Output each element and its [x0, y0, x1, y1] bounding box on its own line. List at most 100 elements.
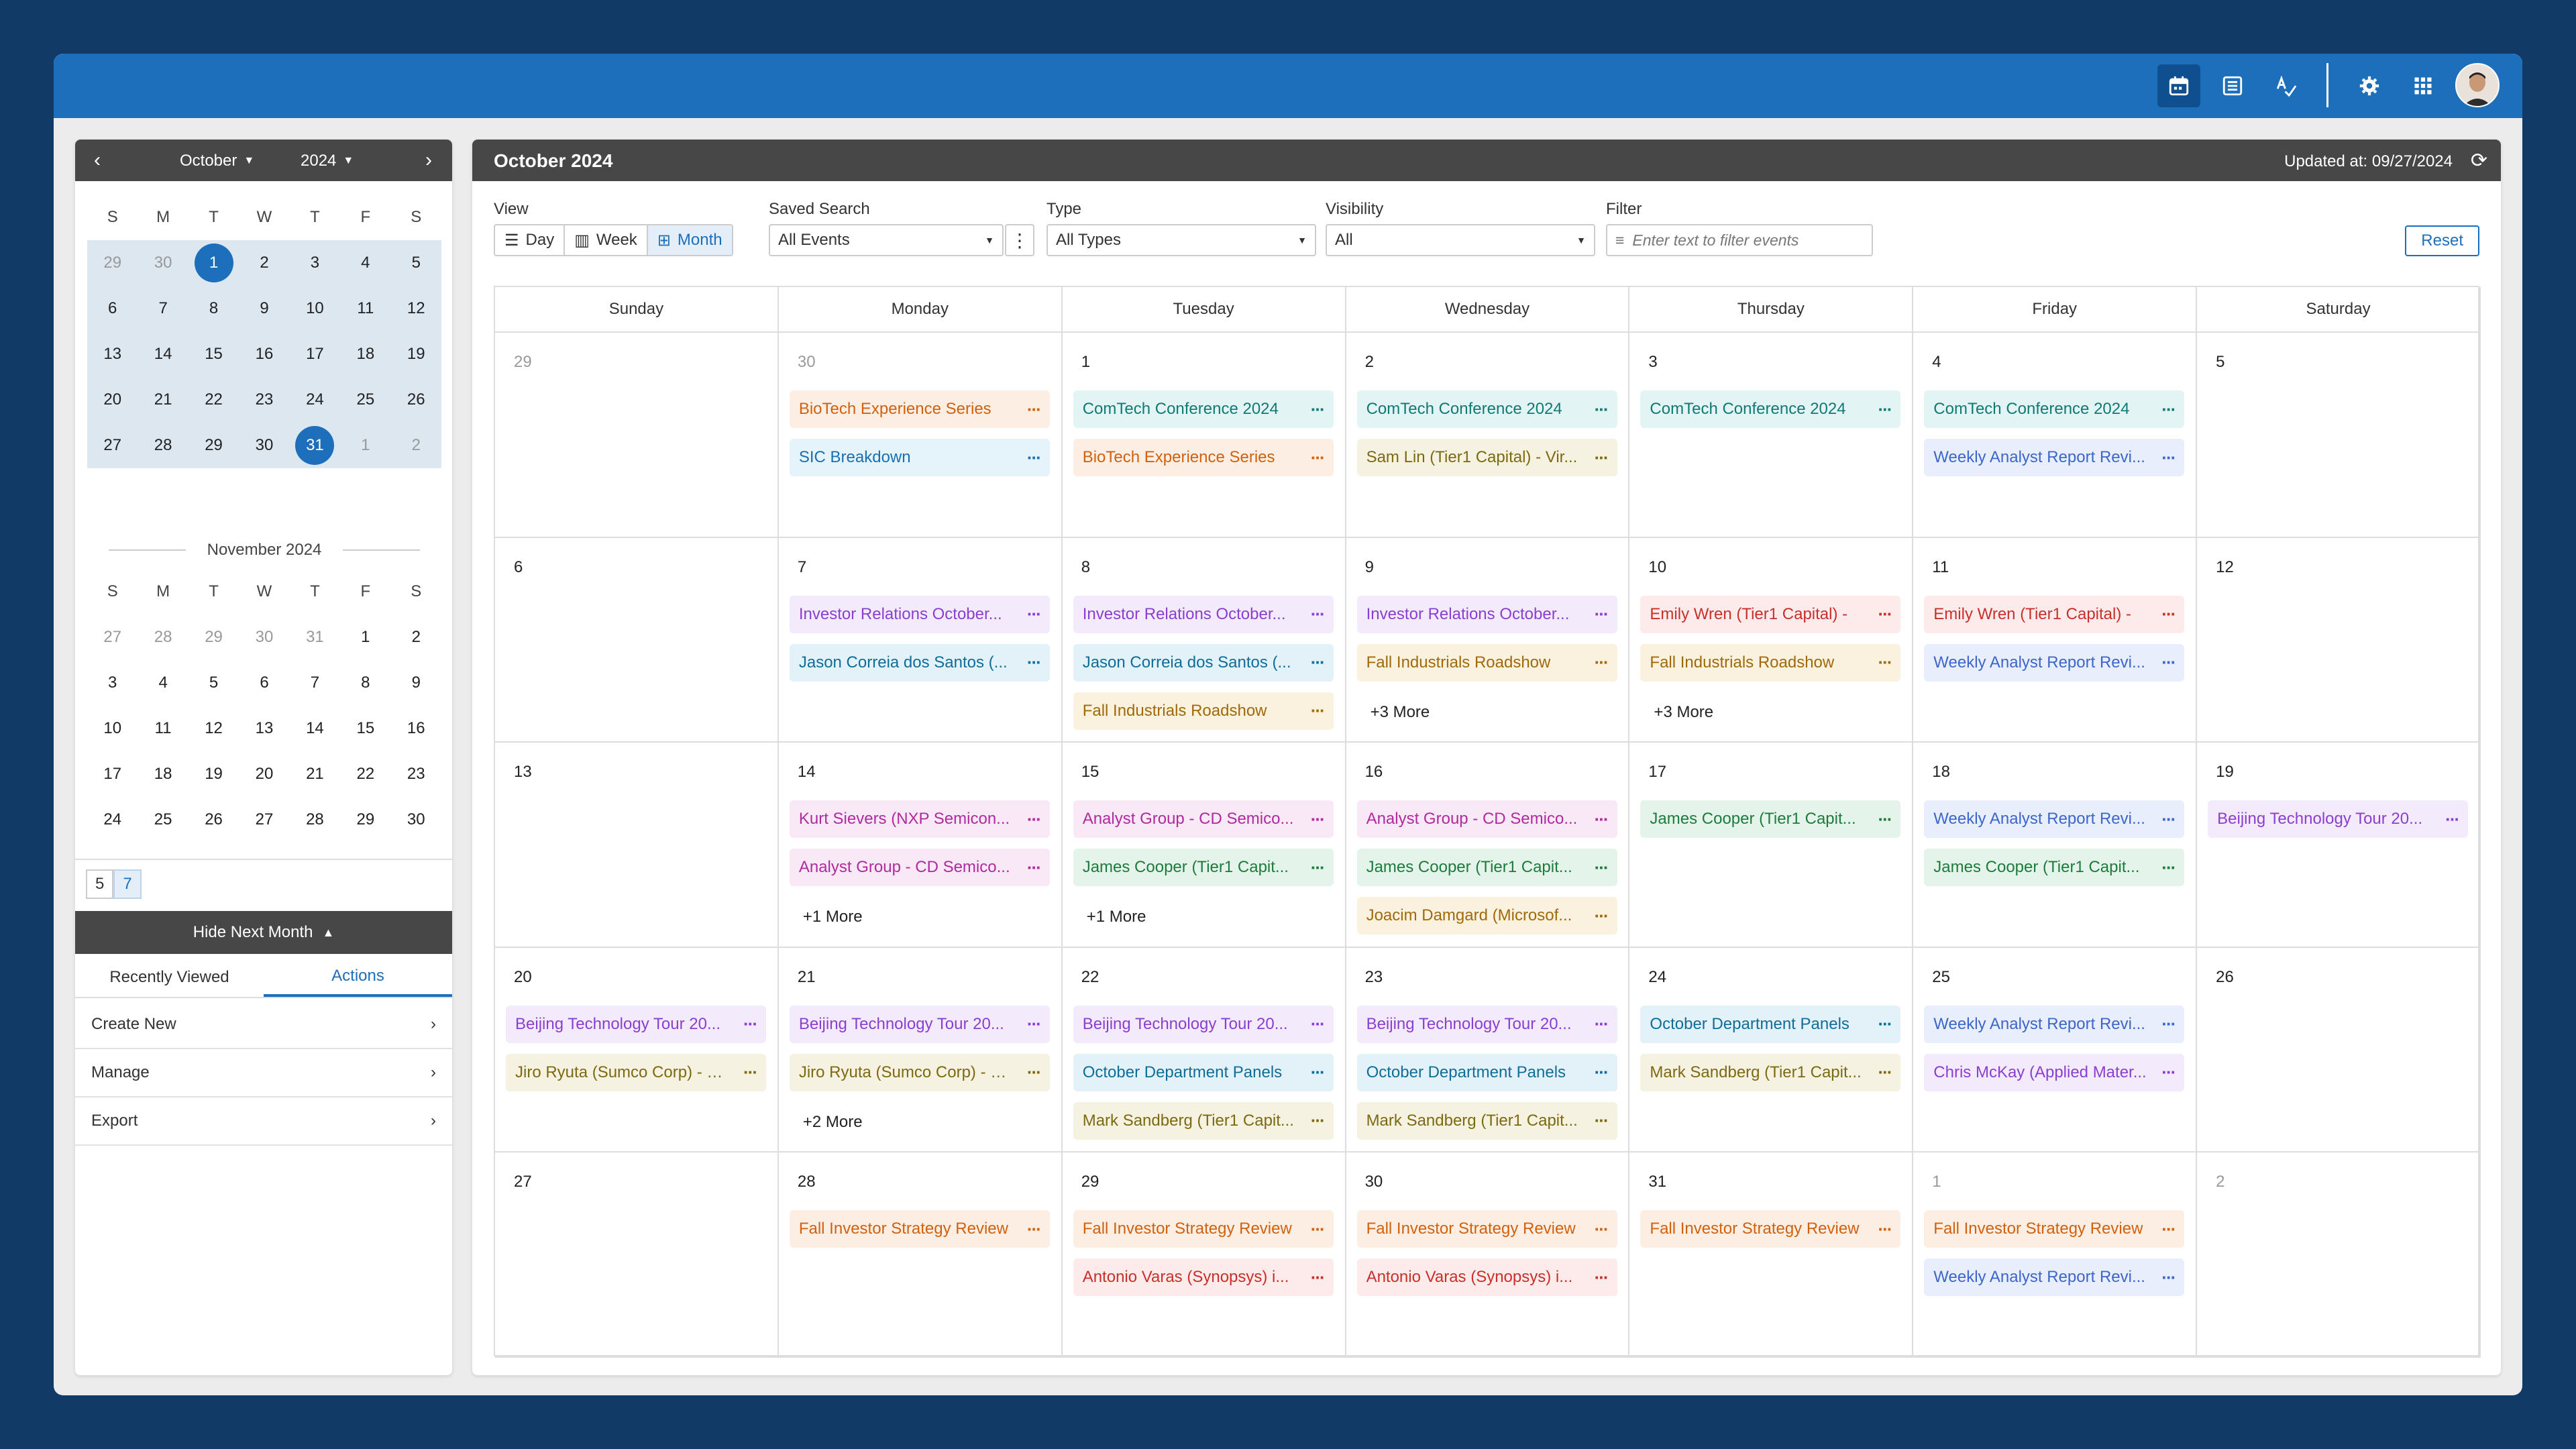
more-options-icon[interactable]: ··· — [2161, 857, 2176, 878]
more-options-icon[interactable]: ··· — [1878, 1062, 1892, 1083]
event-chip[interactable]: Jason Correia dos Santos (... ··· — [1073, 643, 1334, 682]
event-chip[interactable]: James Cooper (Tier1 Capit... ··· — [1924, 849, 2185, 887]
more-options-icon[interactable]: ··· — [743, 1014, 758, 1034]
event-chip[interactable]: Kurt Sievers (NXP Semicon... ··· — [789, 800, 1050, 839]
minical-day[interactable]: 8 — [340, 660, 390, 706]
filter-input[interactable]: ≡ Enter text to filter events — [1606, 224, 1873, 256]
reset-button[interactable]: Reset — [2405, 225, 2479, 256]
day-cell[interactable]: 22 Beijing Technology Tour 20... ··· Octobe… — [1062, 947, 1346, 1153]
minical-day[interactable]: 15 — [188, 331, 239, 377]
minical-day[interactable]: 20 — [239, 751, 289, 797]
more-options-icon[interactable]: ··· — [2161, 809, 2176, 830]
more-options-icon[interactable]: ··· — [1311, 1110, 1326, 1131]
day-cell[interactable]: 15 Analyst Group - CD Semico... ··· James C… — [1062, 743, 1346, 948]
more-options-icon[interactable]: ··· — [1311, 447, 1326, 468]
more-options-icon[interactable]: ··· — [1027, 1219, 1042, 1240]
more-options-icon[interactable]: ··· — [1595, 604, 1609, 625]
more-options-icon[interactable]: ··· — [2161, 1014, 2176, 1034]
minical-day[interactable]: 24 — [289, 377, 341, 423]
action-manage[interactable]: Manage › — [75, 1049, 452, 1097]
day-cell[interactable]: 13 — [495, 743, 779, 948]
event-chip[interactable]: BioTech Experience Series ··· — [1073, 439, 1334, 476]
event-chip[interactable]: Jiro Ryuta (Sumco Corp) - O... ··· — [506, 1053, 766, 1091]
event-chip[interactable]: James Cooper (Tier1 Capit... ··· — [1356, 849, 1617, 887]
event-chip[interactable]: Emily Wren (Tier1 Capital) - ··· — [1924, 595, 2185, 633]
minical-day[interactable]: 1 — [340, 614, 390, 660]
day-cell[interactable]: 19 Beijing Technology Tour 20... ··· — [2197, 743, 2481, 948]
minical-day[interactable]: 29 — [340, 797, 390, 843]
tab-actions[interactable]: Actions — [264, 958, 452, 997]
day-cell[interactable]: 10 Emily Wren (Tier1 Capital) - ··· Fall In… — [1629, 537, 1914, 743]
gear-icon[interactable] — [2348, 64, 2391, 107]
minical-day[interactable]: 21 — [138, 377, 189, 423]
day-cell[interactable]: 21 Beijing Technology Tour 20... ··· Jiro R… — [778, 947, 1063, 1153]
more-events-link[interactable]: +3 More — [1371, 703, 1430, 722]
more-options-icon[interactable]: ··· — [1027, 809, 1042, 830]
event-chip[interactable]: October Department Panels ··· — [1073, 1053, 1334, 1091]
day-cell[interactable]: 31 Fall Investor Strategy Review ··· — [1629, 1152, 1914, 1358]
spellcheck-icon[interactable] — [2265, 64, 2308, 107]
more-options-icon[interactable]: ··· — [1595, 1219, 1609, 1240]
minical-day[interactable]: 3 — [87, 660, 138, 706]
event-chip[interactable]: BioTech Experience Series ··· — [789, 390, 1050, 428]
event-chip[interactable]: Investor Relations October... ··· — [1073, 595, 1334, 633]
minical-day[interactable]: 15 — [340, 706, 390, 751]
minical-day[interactable]: 27 — [87, 614, 138, 660]
minical-day[interactable]: 10 — [87, 706, 138, 751]
more-options-icon[interactable]: ··· — [2161, 1062, 2176, 1083]
calendar-icon[interactable] — [2157, 64, 2200, 107]
more-options-icon[interactable]: ··· — [1311, 1219, 1326, 1240]
minical-day[interactable]: 11 — [340, 286, 391, 331]
minical-day[interactable]: 29 — [87, 240, 138, 286]
minical-day[interactable]: 28 — [290, 797, 340, 843]
minical-day[interactable]: 7 — [138, 286, 189, 331]
more-options-icon[interactable]: ··· — [1311, 1014, 1326, 1034]
event-chip[interactable]: Fall Industrials Roadshow ··· — [1356, 643, 1617, 682]
event-chip[interactable]: Jiro Ryuta (Sumco Corp) - O... ··· — [789, 1053, 1050, 1091]
day-cell[interactable]: 1 ComTech Conference 2024 ··· BioTech Exper… — [1062, 333, 1346, 538]
event-chip[interactable]: Beijing Technology Tour 20... ··· — [2208, 800, 2469, 839]
event-chip[interactable]: Beijing Technology Tour 20... ··· — [789, 1005, 1050, 1043]
minical-day[interactable]: 13 — [87, 331, 138, 377]
minical-day[interactable]: 21 — [290, 751, 340, 797]
event-chip[interactable]: Joacim Damgard (Microsof... ··· — [1356, 897, 1617, 935]
minical-day[interactable]: 30 — [239, 614, 289, 660]
event-chip[interactable]: Weekly Analyst Report Revi... ··· — [1924, 1258, 2185, 1297]
day-cell[interactable]: 12 — [2197, 537, 2481, 743]
more-options-icon[interactable]: ··· — [1595, 1014, 1609, 1034]
event-chip[interactable]: Antonio Varas (Synopsys) i... ··· — [1356, 1258, 1617, 1297]
event-chip[interactable]: Mark Sandberg (Tier1 Capit... ··· — [1640, 1053, 1901, 1091]
more-events-link[interactable]: +3 More — [1654, 703, 1713, 722]
more-options-icon[interactable]: ··· — [1311, 857, 1326, 878]
saved-search-menu-icon[interactable]: ⋮ — [1005, 224, 1034, 256]
more-options-icon[interactable]: ··· — [1595, 399, 1609, 420]
prev-month-button[interactable]: ‹ — [86, 149, 109, 172]
minical-day[interactable]: 23 — [239, 377, 290, 423]
minical-day[interactable]: 16 — [239, 331, 290, 377]
minical-day[interactable]: 23 — [391, 751, 441, 797]
day-cell[interactable]: 8 Investor Relations October... ··· Jason C… — [1062, 537, 1346, 743]
event-chip[interactable]: Analyst Group - CD Semico... ··· — [1073, 800, 1334, 839]
more-events-link[interactable]: +1 More — [803, 908, 863, 926]
minical-day[interactable]: 25 — [340, 377, 391, 423]
day-cell[interactable]: 26 — [2197, 947, 2481, 1153]
minical-day[interactable]: 29 — [189, 614, 239, 660]
minical-day[interactable]: 31 — [289, 423, 341, 468]
event-chip[interactable]: Weekly Analyst Report Revi... ··· — [1924, 643, 2185, 682]
minical-day[interactable]: 2 — [391, 614, 441, 660]
minical-day[interactable]: 22 — [188, 377, 239, 423]
day-cell[interactable]: 17 James Cooper (Tier1 Capit... ··· — [1629, 743, 1914, 948]
more-options-icon[interactable]: ··· — [1311, 809, 1326, 830]
minical-day[interactable]: 16 — [391, 706, 441, 751]
more-options-icon[interactable]: ··· — [2161, 399, 2176, 420]
more-options-icon[interactable]: ··· — [2161, 1267, 2176, 1288]
day-cell[interactable]: 3 ComTech Conference 2024 ··· — [1629, 333, 1914, 538]
view-month-button[interactable]: ⊞ Month — [647, 225, 732, 255]
event-chip[interactable]: Beijing Technology Tour 20... ··· — [1073, 1005, 1334, 1043]
more-options-icon[interactable]: ··· — [1027, 652, 1042, 673]
more-options-icon[interactable]: ··· — [1595, 809, 1609, 830]
more-options-icon[interactable]: ··· — [1027, 857, 1042, 878]
more-options-icon[interactable]: ··· — [1595, 857, 1609, 878]
more-options-icon[interactable]: ··· — [1878, 652, 1892, 673]
tab-recently-viewed[interactable]: Recently Viewed — [75, 958, 264, 997]
